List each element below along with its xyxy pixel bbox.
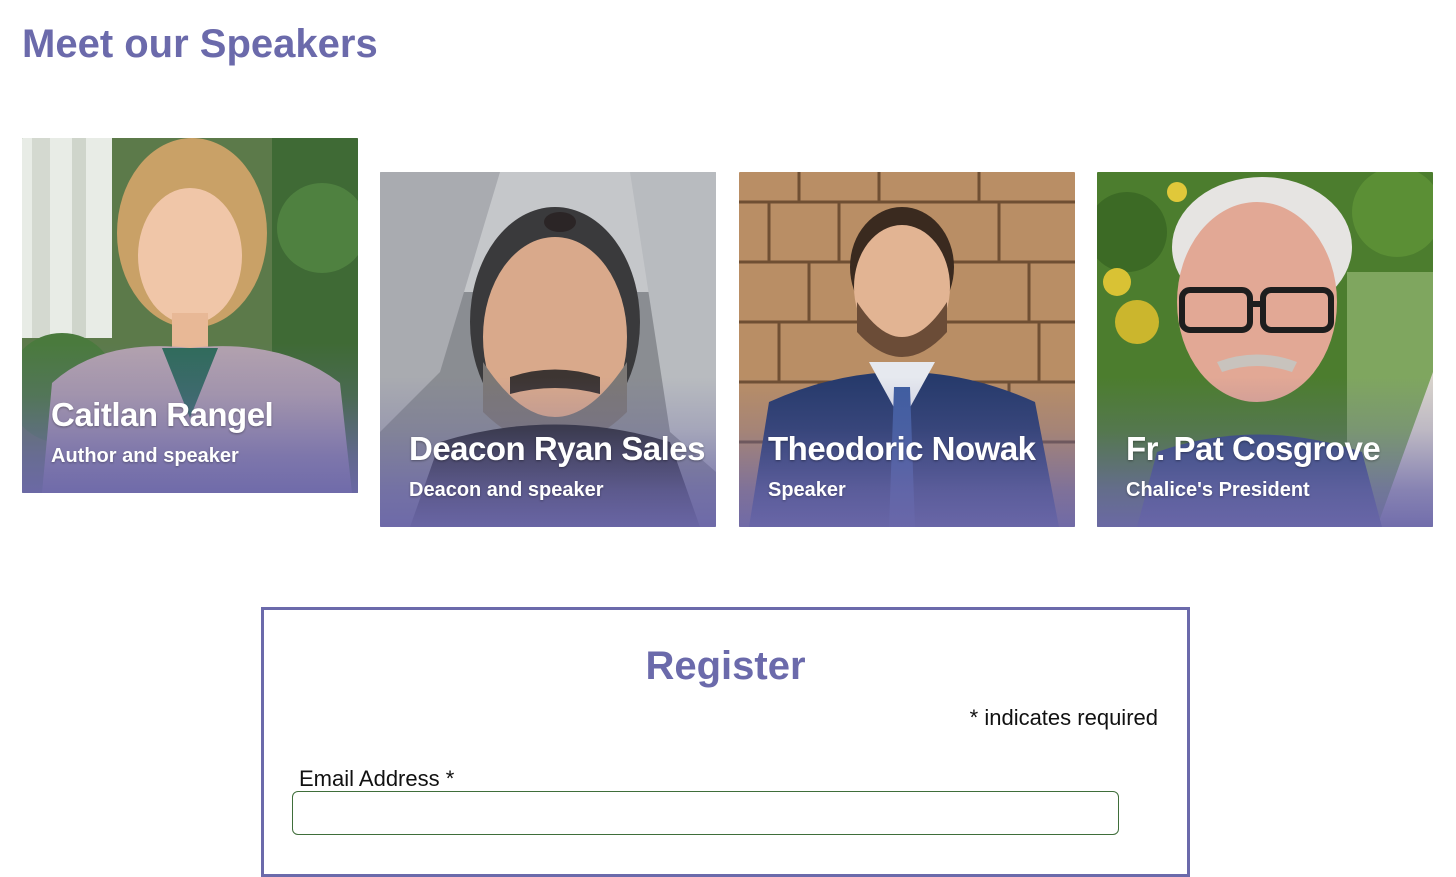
register-title: Register [645, 644, 806, 688]
speaker-card-fr-pat-cosgrove[interactable]: Fr. Pat Cosgrove Chalice's President [1097, 172, 1433, 527]
speaker-card-deacon-ryan-sales[interactable]: Deacon Ryan Sales Deacon and speaker [380, 172, 716, 527]
speaker-card-caitlan-rangel[interactable]: Caitlan Rangel Author and speaker [22, 138, 358, 493]
speaker-name: Caitlan Rangel [51, 396, 274, 433]
speaker-role: Author and speaker [51, 445, 239, 467]
speakers-grid: Caitlan Rangel Author and speaker Deacon… [0, 0, 1456, 560]
required-note: * indicates required [969, 705, 1158, 730]
speaker-role: Chalice's President [1126, 479, 1310, 501]
speaker-role: Speaker [768, 479, 846, 501]
speaker-name: Deacon Ryan Sales [409, 430, 705, 467]
speaker-role: Deacon and speaker [409, 479, 604, 501]
email-label: Email Address * [299, 766, 455, 791]
speaker-card-theodoric-nowak[interactable]: Theodoric Nowak Speaker [739, 172, 1075, 527]
speaker-name: Theodoric Nowak [768, 430, 1036, 467]
register-form: Register * indicates required Email Addr… [261, 607, 1190, 877]
speaker-name: Fr. Pat Cosgrove [1126, 430, 1381, 467]
email-field[interactable] [292, 791, 1119, 835]
